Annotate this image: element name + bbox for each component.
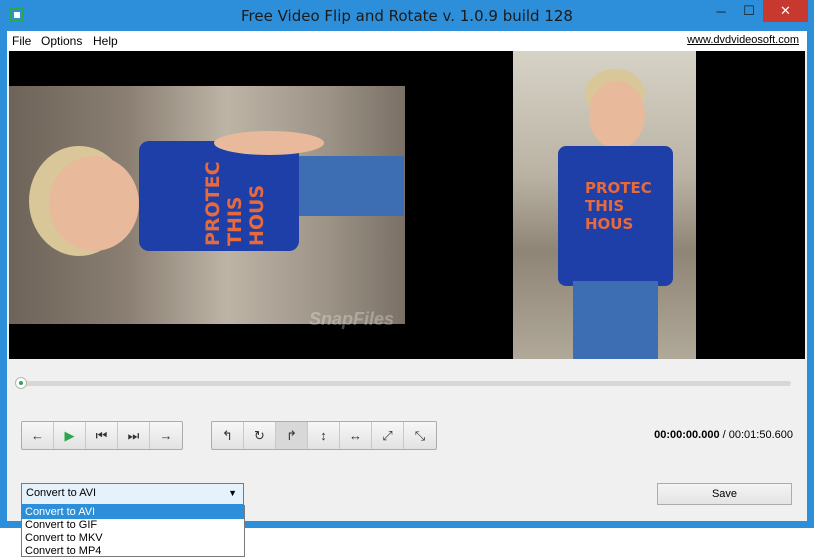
prev-frame-button[interactable]: ⏮ bbox=[86, 422, 118, 449]
forward-icon: → bbox=[159, 428, 173, 443]
time-display: 00:00:00.000 / 00:01:50.600 bbox=[654, 429, 793, 441]
close-button[interactable]: ✕ bbox=[763, 0, 808, 22]
jeans-shape bbox=[294, 156, 404, 216]
shirt-text-right: PROTEC THIS HOUS bbox=[585, 179, 652, 233]
format-option-gif[interactable]: Convert to GIF bbox=[22, 519, 244, 532]
jeans-shape bbox=[573, 281, 658, 359]
next-frame-icon: ⏭ bbox=[127, 427, 140, 443]
format-option-mp4[interactable]: Convert to MP4 bbox=[22, 545, 244, 558]
face-shape bbox=[589, 81, 645, 149]
seek-bar[interactable] bbox=[21, 381, 791, 386]
website-link[interactable]: www.dvdvideosoft.com bbox=[687, 34, 799, 46]
format-dropdown-list: Convert to AVI Convert to GIF Convert to… bbox=[21, 505, 245, 557]
chevron-down-icon: ▼ bbox=[228, 488, 237, 498]
app-window: Free Video Flip and Rotate v. 1.0.9 buil… bbox=[0, 0, 814, 528]
rotate-180-button[interactable]: ↻ bbox=[244, 422, 276, 449]
rotate-180-icon: ↻ bbox=[254, 427, 265, 443]
next-frame-button[interactable]: ⏭ bbox=[118, 422, 150, 449]
video-preview: PROTEC THIS HOUS PROTEC THIS HOUS SnapFi… bbox=[9, 51, 805, 359]
format-option-mkv[interactable]: Convert to MKV bbox=[22, 532, 244, 545]
format-select[interactable]: Convert to AVI ▼ bbox=[21, 483, 244, 505]
minimize-button[interactable]: ─ bbox=[707, 0, 735, 22]
face-shape bbox=[49, 156, 139, 251]
back-icon: ← bbox=[31, 428, 44, 443]
flip-horizontal-button[interactable]: ↔ bbox=[340, 422, 372, 449]
seek-thumb[interactable] bbox=[15, 377, 27, 389]
transpose-button[interactable]: ⤢ bbox=[372, 422, 404, 449]
play-button[interactable]: ▶ bbox=[54, 422, 86, 449]
flip-vertical-button[interactable]: ↕ bbox=[308, 422, 340, 449]
playback-controls: ← ▶ ⏮ ⏭ → bbox=[21, 421, 183, 450]
watermark: SnapFiles bbox=[309, 309, 395, 329]
transverse-icon: ⤡ bbox=[414, 427, 426, 443]
main-panel: File Options Help www.dvdvideosoft.com P… bbox=[7, 31, 807, 521]
shirt-text-left: PROTEC THIS HOUS bbox=[202, 161, 268, 246]
menu-bar: File Options Help www.dvdvideosoft.com bbox=[7, 31, 807, 51]
time-separator: / bbox=[722, 429, 726, 441]
transpose-icon: ⤢ bbox=[382, 427, 393, 443]
menu-options[interactable]: Options bbox=[41, 34, 82, 48]
play-icon: ▶ bbox=[64, 427, 75, 443]
flip-vertical-icon: ↕ bbox=[320, 428, 327, 443]
rotate-left-button[interactable]: ↰ bbox=[212, 422, 244, 449]
transverse-button[interactable]: ⤡ bbox=[404, 422, 436, 449]
rotated-video-frame: PROTEC THIS HOUS bbox=[513, 51, 696, 359]
window-title: Free Video Flip and Rotate v. 1.0.9 buil… bbox=[241, 7, 573, 25]
current-time: 00:00:00.000 bbox=[654, 429, 720, 441]
maximize-button[interactable]: ☐ bbox=[735, 0, 763, 22]
rotate-right-icon: ↱ bbox=[286, 427, 297, 443]
transform-controls: ↰ ↻ ↱ ↕ ↔ ⤢ ⤡ bbox=[211, 421, 437, 450]
format-option-avi[interactable]: Convert to AVI bbox=[22, 506, 244, 519]
prev-frame-icon: ⏮ bbox=[95, 427, 108, 443]
rotate-right-button[interactable]: ↱ bbox=[276, 422, 308, 449]
menu-file[interactable]: File bbox=[12, 34, 31, 48]
rotate-left-icon: ↰ bbox=[222, 427, 233, 443]
forward-button[interactable]: → bbox=[150, 422, 182, 449]
flip-horizontal-icon: ↔ bbox=[349, 428, 362, 443]
total-time: 00:01:50.600 bbox=[728, 429, 793, 441]
save-button[interactable]: Save bbox=[657, 483, 792, 505]
title-bar[interactable]: Free Video Flip and Rotate v. 1.0.9 buil… bbox=[0, 0, 814, 31]
format-select-value: Convert to AVI bbox=[26, 487, 97, 499]
menu-help[interactable]: Help bbox=[93, 34, 118, 48]
original-video-frame: PROTEC THIS HOUS bbox=[9, 86, 405, 324]
back-button[interactable]: ← bbox=[22, 422, 54, 449]
